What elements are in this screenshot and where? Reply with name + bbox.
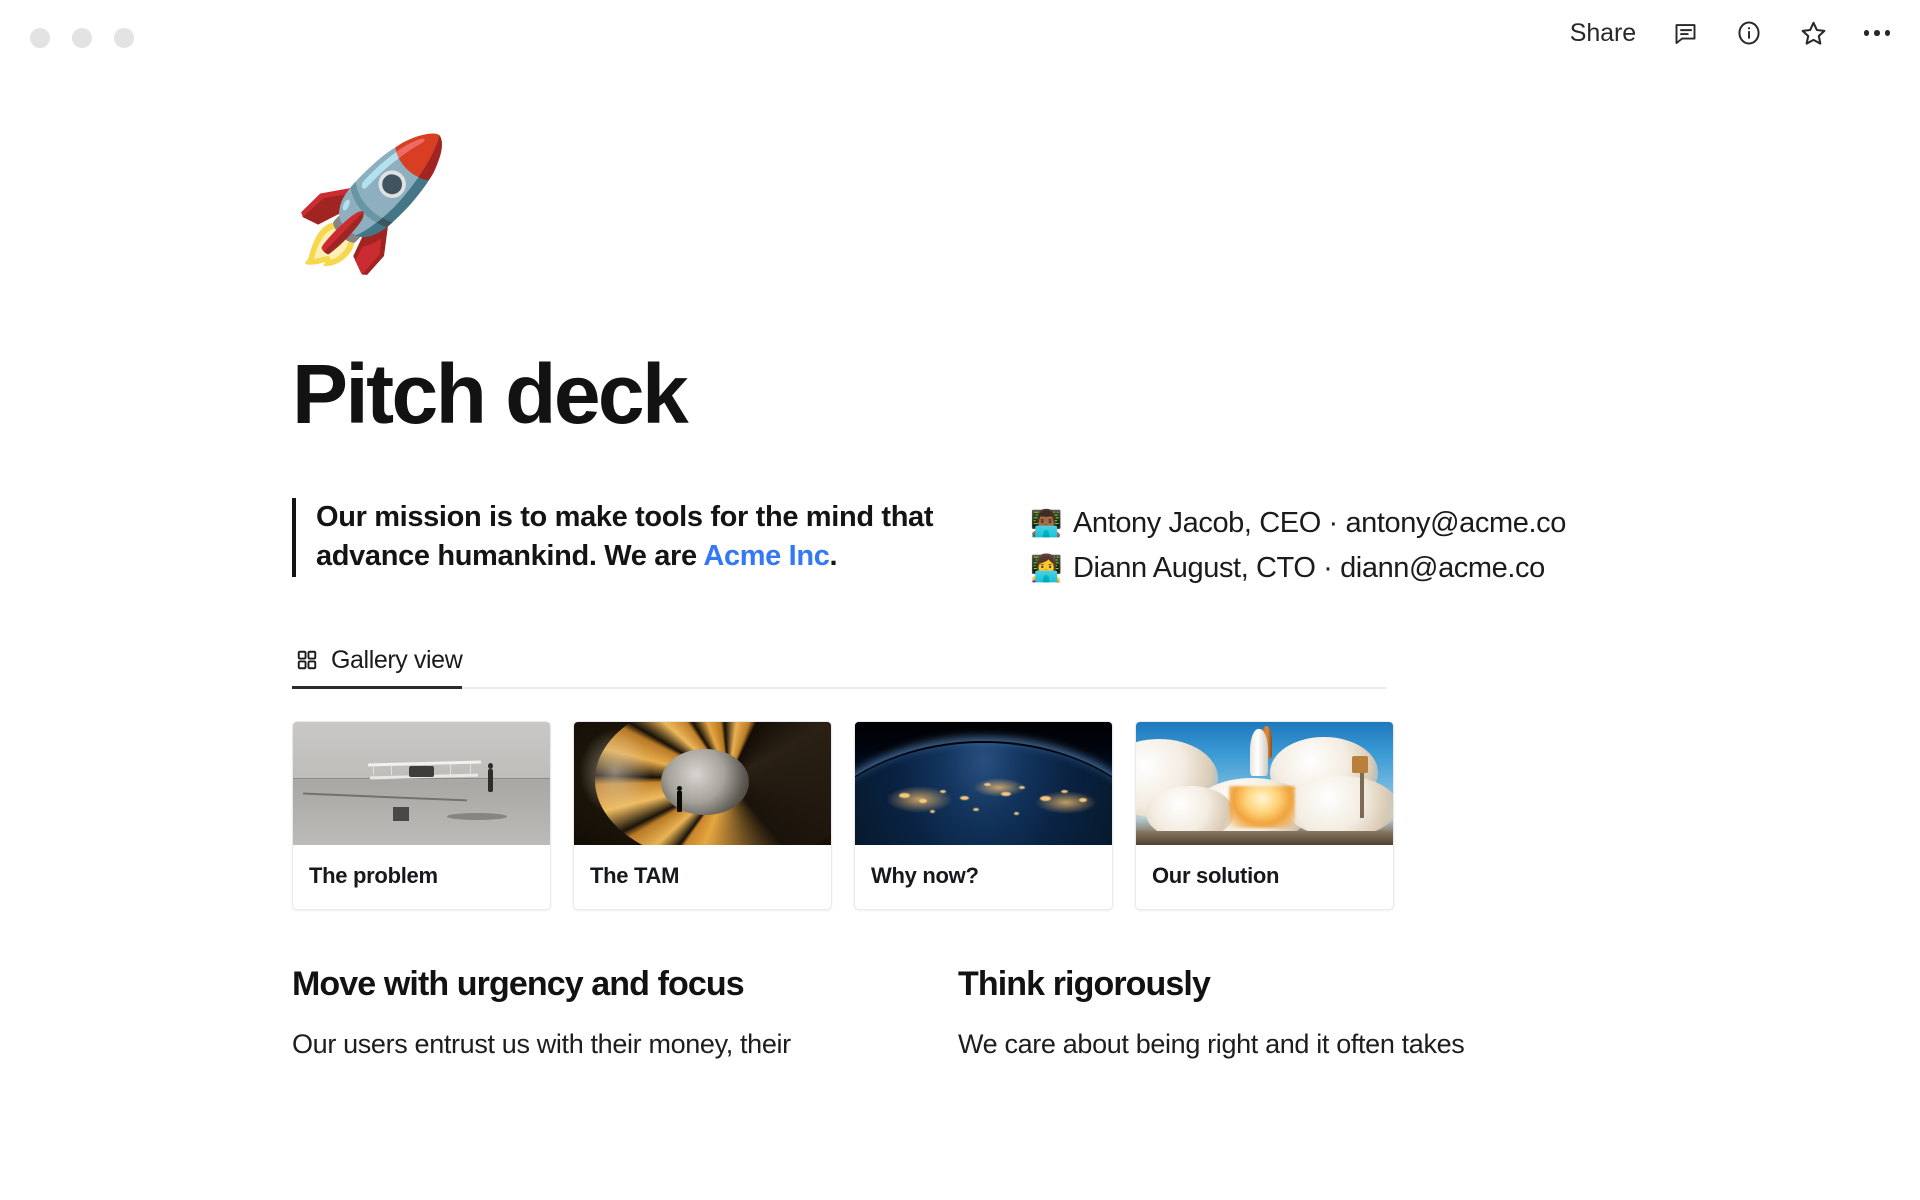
mission-quote: Our mission is to make tools for the min… bbox=[292, 498, 992, 577]
list-item: 👩‍💻 Diann August, CTO · diann@acme.co bbox=[1030, 546, 1566, 591]
tab-gallery-view-label: Gallery view bbox=[331, 645, 463, 674]
document-page: 🚀 Pitch deck Our mission is to make tool… bbox=[0, 78, 1920, 1064]
gallery-card[interactable]: The problem bbox=[292, 720, 551, 910]
value-column: Move with urgency and focus Our users en… bbox=[292, 964, 890, 1064]
tab-active-indicator bbox=[292, 685, 462, 689]
avatar: 👩‍💻 bbox=[1030, 553, 1062, 584]
gallery-card[interactable]: Our solution bbox=[1135, 720, 1394, 910]
card-cover-image bbox=[1136, 721, 1393, 845]
avatar: 👨🏾‍💻 bbox=[1030, 508, 1062, 539]
window-controls bbox=[30, 28, 134, 48]
card-cover-image bbox=[574, 721, 831, 845]
gallery-card[interactable]: Why now? bbox=[854, 720, 1113, 910]
page-title: Pitch deck bbox=[292, 347, 689, 441]
page-emoji-icon[interactable]: 🚀 bbox=[292, 140, 1652, 290]
column-heading: Move with urgency and focus bbox=[292, 964, 745, 1003]
column-body: Our users entrust us with their money, t… bbox=[292, 1029, 791, 1060]
star-icon[interactable] bbox=[1798, 18, 1828, 48]
database-view-tabs: Gallery view bbox=[292, 646, 1652, 689]
tab-gallery-view[interactable]: Gallery view bbox=[292, 646, 471, 689]
card-cover-image bbox=[855, 721, 1112, 845]
window-minimize-dot[interactable] bbox=[30, 28, 50, 48]
people-list: 👨🏾‍💻 Antony Jacob, CEO · antony@acme.co … bbox=[1030, 498, 1566, 591]
mission-quote-text-lead: Our mission is to make tools for the min… bbox=[316, 501, 934, 573]
card-title: The problem bbox=[309, 862, 438, 888]
topbar-actions: Share bbox=[1570, 18, 1892, 48]
window-titlebar: Share bbox=[0, 0, 1920, 78]
list-item: 👨🏾‍💻 Antony Jacob, CEO · antony@acme.co bbox=[1030, 501, 1566, 546]
share-button[interactable]: Share bbox=[1570, 20, 1636, 46]
gallery-card-grid: The problem The TAM Why now? Our solutio… bbox=[292, 720, 1652, 910]
gallery-card[interactable]: The TAM bbox=[573, 720, 832, 910]
more-options-icon[interactable] bbox=[1862, 18, 1892, 48]
page-content: 🚀 Pitch deck Our mission is to make tool… bbox=[292, 140, 1652, 1064]
column-heading: Think rigorously bbox=[958, 964, 1211, 1003]
gallery-grid-icon bbox=[296, 649, 318, 671]
window-close-dot[interactable] bbox=[114, 28, 134, 48]
value-column: Think rigorously We care about being rig… bbox=[958, 964, 1556, 1064]
card-cover-image bbox=[293, 721, 550, 845]
comment-icon[interactable] bbox=[1670, 18, 1700, 48]
person-details: Antony Jacob, CEO · antony@acme.co bbox=[1072, 507, 1566, 539]
column-body: We care about being right and it often t… bbox=[958, 1029, 1465, 1060]
person-details: Diann August, CTO · diann@acme.co bbox=[1072, 551, 1545, 584]
value-columns: Move with urgency and focus Our users en… bbox=[292, 964, 1652, 1064]
card-title: Why now? bbox=[871, 862, 979, 888]
card-title: Our solution bbox=[1152, 862, 1280, 888]
card-title: The TAM bbox=[590, 862, 680, 888]
info-icon[interactable] bbox=[1734, 18, 1764, 48]
acme-inc-link[interactable]: Acme Inc bbox=[703, 540, 830, 572]
mission-quote-text-tail: . bbox=[829, 540, 838, 573]
mission-row: Our mission is to make tools for the min… bbox=[292, 498, 1652, 591]
window-maximize-dot[interactable] bbox=[72, 28, 92, 48]
